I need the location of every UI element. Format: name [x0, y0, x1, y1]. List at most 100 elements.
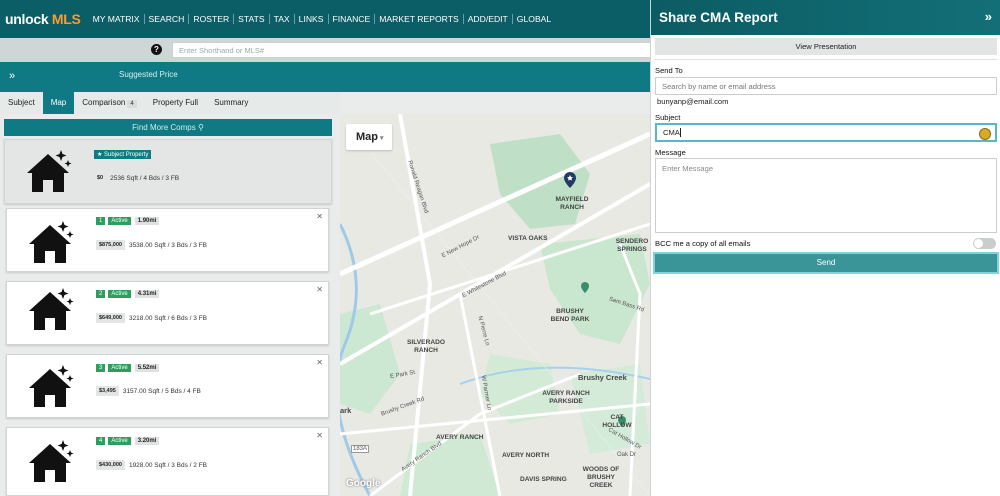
- comps-panel: Find More Comps ⚲ ★ Subject Property $0 …: [0, 114, 340, 496]
- tab-label: Summary: [214, 98, 249, 107]
- message-textarea[interactable]: Enter Message: [655, 158, 997, 233]
- house-icon: [23, 436, 77, 486]
- tab-label: Subject: [8, 98, 35, 107]
- distance-badge: 4.31mi: [134, 290, 160, 298]
- nav-my-matrix[interactable]: MY MATRIX: [89, 14, 145, 24]
- map-type-control[interactable]: Map ▾: [346, 124, 392, 150]
- house-icon: [23, 361, 77, 411]
- app-root: unlock MLS MY MATRIX SEARCH ROSTER STATS…: [0, 0, 1000, 496]
- recipient-email[interactable]: bunyanp@email.com: [657, 97, 728, 106]
- price-badge: $430,000: [96, 460, 125, 470]
- send-to-search-input[interactable]: Search by name or email address: [655, 77, 997, 95]
- nav-add-edit[interactable]: ADD/EDIT: [464, 14, 513, 24]
- map-label: MAYFIELD RANCH: [555, 196, 589, 211]
- cma-tabs: Subject Map Comparison 4 Property Full Su…: [0, 92, 340, 118]
- subject-property-tag: ★ Subject Property: [94, 150, 152, 159]
- comparison-count-badge: 4: [127, 100, 137, 108]
- tab-label: Property Full: [152, 98, 199, 107]
- nav-global[interactable]: GLOBAL: [513, 14, 555, 24]
- tab-summary[interactable]: Summary: [206, 92, 256, 114]
- help-icon[interactable]: ?: [151, 44, 162, 55]
- map-marker-icon[interactable]: [564, 172, 576, 188]
- status-badge: Active: [108, 290, 131, 298]
- top-nav-bar: unlock MLS MY MATRIX SEARCH ROSTER STATS…: [0, 0, 650, 38]
- nav-links[interactable]: LINKS: [295, 14, 329, 24]
- close-icon[interactable]: ✕: [316, 285, 323, 294]
- property-details: 3538.00 Sqft / 3 Bds / 3 FB: [128, 241, 208, 249]
- distance-badge: 1.90mi: [134, 217, 160, 225]
- comp-number: 1: [96, 217, 106, 225]
- collapse-panel-icon[interactable]: »: [985, 9, 992, 24]
- logo-text: unlock: [5, 11, 49, 27]
- comp-status-row: 2 Active 4.31mi: [96, 290, 160, 298]
- tab-subject[interactable]: Subject: [0, 92, 43, 114]
- comp-info-row: $430,000 1928.00 Sqft / 3 Bds / 2 FB: [96, 460, 207, 470]
- map-label: CAT HOLLOW: [602, 414, 632, 429]
- road-label: Oak Dr: [617, 452, 637, 458]
- subject-info-row: $0 2536 Sqft / 4 Bds / 3 FB: [94, 173, 179, 183]
- price-badge: $875,000: [96, 240, 125, 250]
- main-nav: MY MATRIX SEARCH ROSTER STATS TAX LINKS …: [89, 14, 556, 24]
- nav-finance[interactable]: FINANCE: [329, 14, 376, 24]
- bcc-toggle[interactable]: [973, 238, 996, 249]
- message-label: Message: [655, 148, 686, 157]
- comp-number: 2: [96, 290, 106, 298]
- property-details: 3157.00 Sqft / 5 Bds / 4 FB: [122, 387, 201, 395]
- find-more-comps-button[interactable]: Find More Comps ⚲: [4, 119, 332, 136]
- chevron-down-icon: ▾: [380, 135, 384, 142]
- close-icon[interactable]: ✕: [316, 358, 323, 367]
- comp-status-row: 4 Active 3.20mi: [96, 437, 160, 445]
- map-label: SILVERADO RANCH: [407, 339, 445, 354]
- nav-market-reports[interactable]: MARKET REPORTS: [375, 14, 464, 24]
- house-icon: [23, 217, 77, 267]
- map-label: WOODS OF BRUSHY CREEK: [582, 466, 620, 489]
- comp-card[interactable]: ✕ 3 Active 5.52mi $3,495 3157.00 Sqft / …: [6, 354, 329, 418]
- subject-input[interactable]: CMA: [655, 123, 997, 142]
- status-badge: Active: [108, 364, 131, 372]
- comp-number: 3: [96, 364, 106, 372]
- tab-comparison[interactable]: Comparison 4: [74, 92, 144, 114]
- share-cma-panel: Share CMA Report » View Presentation Sen…: [650, 0, 1000, 496]
- view-presentation-button[interactable]: View Presentation: [655, 38, 997, 55]
- property-details: 2536 Sqft / 4 Bds / 3 FB: [110, 174, 180, 182]
- map-type-label: Map: [356, 131, 378, 143]
- logo[interactable]: unlock MLS: [0, 11, 81, 27]
- comp-card[interactable]: ✕ 1 Active 1.90mi $875,000 3538.00 Sqft …: [6, 208, 329, 272]
- map-label: AVERY NORTH: [502, 452, 550, 459]
- find-more-comps-label: Find More Comps: [132, 123, 196, 132]
- map-label: ark: [340, 406, 352, 415]
- distance-badge: 5.52mi: [134, 364, 160, 372]
- price-badge: $0: [94, 173, 107, 183]
- comp-info-row: $3,495 3157.00 Sqft / 5 Bds / 4 FB: [96, 386, 201, 396]
- close-icon[interactable]: ✕: [316, 212, 323, 221]
- highway-shield: 183A: [351, 445, 370, 453]
- comp-card[interactable]: ✕ 4 Active 3.20mi $430,000 1928.00 Sqft …: [6, 427, 329, 496]
- map-view[interactable]: Map ▾ MAYFIELD RANCH VISTA OAKS SENDERO S…: [340, 114, 650, 496]
- nav-roster[interactable]: ROSTER: [189, 14, 235, 24]
- tab-property-full[interactable]: Property Full: [145, 92, 206, 114]
- nav-search[interactable]: SEARCH: [145, 14, 190, 24]
- comp-info-row: $875,000 3538.00 Sqft / 3 Bds / 3 FB: [96, 240, 207, 250]
- globe-icon[interactable]: [979, 128, 991, 140]
- nav-tax[interactable]: TAX: [270, 14, 295, 24]
- map-label: DAVIS SPRING: [520, 476, 567, 483]
- map-canvas: [340, 114, 650, 496]
- subject-property-card[interactable]: ★ Subject Property $0 2536 Sqft / 4 Bds …: [4, 139, 332, 204]
- expand-icon[interactable]: »: [9, 70, 15, 82]
- price-badge: $3,495: [96, 386, 119, 396]
- logo-brand: MLS: [51, 11, 81, 27]
- map-pin-icon: [581, 282, 589, 293]
- comp-status-row: 1 Active 1.90mi: [96, 217, 160, 225]
- map-label: AVERY RANCH: [436, 434, 484, 441]
- text-cursor: [679, 128, 681, 137]
- tab-map[interactable]: Map: [42, 92, 75, 118]
- house-icon: [23, 284, 77, 334]
- price-badge: $649,000: [96, 313, 125, 323]
- property-details: 3218.00 Sqft / 6 Bds / 3 FB: [128, 314, 208, 322]
- nav-stats[interactable]: STATS: [234, 14, 270, 24]
- send-button[interactable]: Send: [653, 252, 999, 274]
- close-icon[interactable]: ✕: [316, 431, 323, 440]
- distance-badge: 3.20mi: [134, 437, 160, 445]
- comp-card[interactable]: ✕ 2 Active 4.31mi $649,000 3218.00 Sqft …: [6, 281, 329, 345]
- shorthand-search-input[interactable]: Enter Shorthand or MLS#: [172, 42, 652, 58]
